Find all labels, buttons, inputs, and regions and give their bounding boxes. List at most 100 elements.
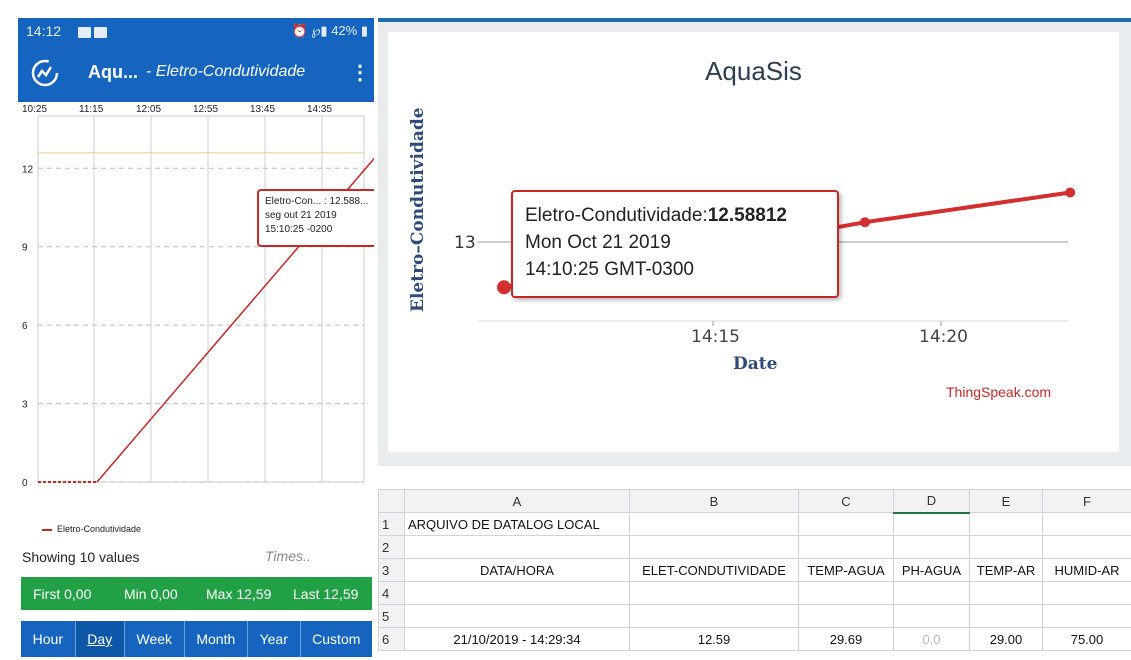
overflow-menu-icon[interactable]: ⋮ — [350, 60, 370, 85]
cell-d5[interactable] — [893, 604, 970, 628]
range-week-button[interactable]: Week — [124, 621, 185, 657]
sd-card-icon — [94, 27, 107, 38]
cell-f2[interactable] — [1042, 535, 1131, 559]
y-axis-label: Eletro–Condutividade — [408, 107, 428, 312]
row-header[interactable]: 1 — [378, 512, 405, 536]
cell-a1[interactable]: ARQUIVO DE DATALOG LOCAL — [404, 512, 630, 536]
chart-tooltip: Eletro-Condutividade:12.58812 Mon Oct 21… — [511, 190, 839, 298]
phone-screen: 14:12 ⏰ ℘▮ 42% ▮ Aqu... - Eletro-Conduti… — [18, 18, 374, 660]
cell-a2[interactable] — [404, 535, 630, 559]
cell-f5[interactable] — [1042, 604, 1131, 628]
cell-a4[interactable] — [404, 581, 630, 605]
battery-icon: ▮ — [360, 23, 368, 38]
spreadsheet[interactable]: A B C D E F 1 ARQUIVO DE DATALOG LOCAL 2 3 DATA/HO… — [378, 489, 1131, 660]
column-header-row: ABCDEF — [378, 489, 1131, 514]
cell-b4[interactable] — [629, 581, 799, 605]
range-hour-button[interactable]: Hour — [21, 621, 76, 657]
cell-d4[interactable] — [893, 581, 970, 605]
column-header-d[interactable]: D — [893, 489, 970, 514]
cell-e4[interactable] — [969, 581, 1043, 605]
timescale-dropdown[interactable]: Times.. — [265, 548, 311, 564]
cell-a6[interactable]: 21/10/2019 - 14:29:34 — [404, 627, 630, 651]
column-header-e[interactable]: E — [969, 489, 1043, 513]
cell-b5[interactable] — [629, 604, 799, 628]
table-row: 3 DATA/HORA ELET-CONDUTIVIDADE TEMP-AGUA PH-… — [378, 558, 1131, 582]
cell-b2[interactable] — [629, 535, 799, 559]
range-month-button[interactable]: Month — [184, 621, 248, 657]
cell-e1[interactable] — [969, 512, 1043, 536]
column-header-a[interactable]: A — [404, 489, 630, 513]
column-header-f[interactable]: F — [1042, 489, 1131, 513]
thingspeak-credit-link[interactable]: ThingSpeak.com — [946, 384, 1051, 400]
thingspeak-chart-card[interactable]: 13 14:15 14:20 AquaSis Eletro–Condutividad… — [388, 32, 1119, 452]
cell-c5[interactable] — [798, 604, 894, 628]
table-row: 6 21/10/2019 - 14:29:34 12.59 29.69 0.0 29.00… — [378, 627, 1131, 651]
stat-max: Max 12,59 — [206, 586, 272, 602]
row-header[interactable]: 5 — [378, 604, 405, 628]
range-day-button[interactable]: Day — [75, 621, 125, 657]
cell-b1[interactable] — [629, 512, 799, 536]
range-custom-button[interactable]: Custom — [300, 621, 373, 657]
select-all-corner[interactable] — [378, 489, 405, 513]
column-header-c[interactable]: C — [798, 489, 894, 513]
cell-c3[interactable]: TEMP-AGUA — [798, 558, 894, 582]
column-header-b[interactable]: B — [629, 489, 799, 513]
thingspeak-panel: 13 14:15 14:20 AquaSis Eletro–Condutividad… — [378, 18, 1131, 466]
stat-last: Last 12,59 — [293, 586, 359, 602]
mini-chart-tooltip: Eletro-Con... : 12.588... seg out 21 201… — [257, 189, 374, 247]
cell-f4[interactable] — [1042, 581, 1131, 605]
thingview-logo-icon[interactable] — [30, 58, 60, 88]
tooltip-time: 14:10:25 GMT-0300 — [525, 259, 694, 280]
tooltip-line-3: 15:10:25 -0200 — [265, 224, 333, 235]
cell-e6[interactable]: 29.00 — [969, 627, 1043, 651]
chart-legend: Eletro-Condutividade — [42, 524, 141, 534]
ts-data-point — [860, 217, 870, 228]
mini-y-tick: 3 — [22, 400, 28, 411]
row-header[interactable]: 4 — [378, 581, 405, 605]
range-selector: Hour Day Week Month Year Custom — [21, 621, 373, 657]
ts-x-tick: 14:15 — [691, 327, 740, 347]
notification-icons — [78, 25, 110, 39]
cell-e3[interactable]: TEMP-AR — [969, 558, 1043, 582]
cell-c4[interactable] — [798, 581, 894, 605]
cell-b6[interactable]: 12.59 — [629, 627, 799, 651]
range-year-button[interactable]: Year — [247, 621, 301, 657]
app-subtitle: - Eletro-Condutividade — [146, 63, 306, 80]
ts-y-tick: 13 — [454, 233, 476, 253]
cell-f6[interactable]: 75.00 — [1042, 627, 1131, 651]
legend-swatch — [42, 528, 52, 531]
cell-d6[interactable]: 0.0 — [893, 627, 970, 651]
cell-d1[interactable] — [893, 512, 970, 536]
cell-c1[interactable] — [798, 512, 894, 536]
cell-f1[interactable] — [1042, 512, 1131, 536]
row-header[interactable]: 3 — [378, 558, 405, 582]
cell-a5[interactable] — [404, 604, 630, 628]
cell-f3[interactable]: HUMID-AR — [1042, 558, 1131, 582]
cell-c2[interactable] — [798, 535, 894, 559]
mini-x-tick: 13:45 — [250, 104, 275, 115]
row-header[interactable]: 2 — [378, 535, 405, 559]
cell-e2[interactable] — [969, 535, 1043, 559]
status-bar: 14:12 ⏰ ℘▮ 42% ▮ — [18, 18, 374, 46]
mini-y-tick: 6 — [22, 321, 28, 332]
status-time: 14:12 — [26, 23, 62, 39]
chart-title: AquaSis — [705, 56, 802, 86]
battery-percent: 42% — [331, 23, 358, 38]
table-row: 2 — [378, 535, 1131, 559]
x-axis-label: Date — [733, 354, 778, 374]
row-header[interactable]: 6 — [378, 627, 405, 651]
mini-line-chart[interactable]: 10:25 11:15 12:05 12:55 13:45 14:35 0 3 6 9 12 Ele… — [18, 102, 374, 522]
cell-b3[interactable]: ELET-CONDUTIVIDADE — [629, 558, 799, 582]
cell-d3[interactable]: PH-AGUA — [893, 558, 970, 582]
table-row: 1 ARQUIVO DE DATALOG LOCAL — [378, 512, 1131, 536]
cell-a3[interactable]: DATA/HORA — [404, 558, 630, 582]
signal-icon: ℘▮ — [311, 23, 328, 38]
cell-d2[interactable] — [893, 535, 970, 559]
mini-x-tick: 14:35 — [307, 104, 332, 115]
ts-data-point — [497, 280, 511, 295]
cell-e5[interactable] — [969, 604, 1043, 628]
table-row: 5 — [378, 604, 1131, 628]
panel-top-border — [378, 18, 1131, 22]
stat-min: Min 0,00 — [124, 586, 178, 602]
cell-c6[interactable]: 29.69 — [798, 627, 894, 651]
